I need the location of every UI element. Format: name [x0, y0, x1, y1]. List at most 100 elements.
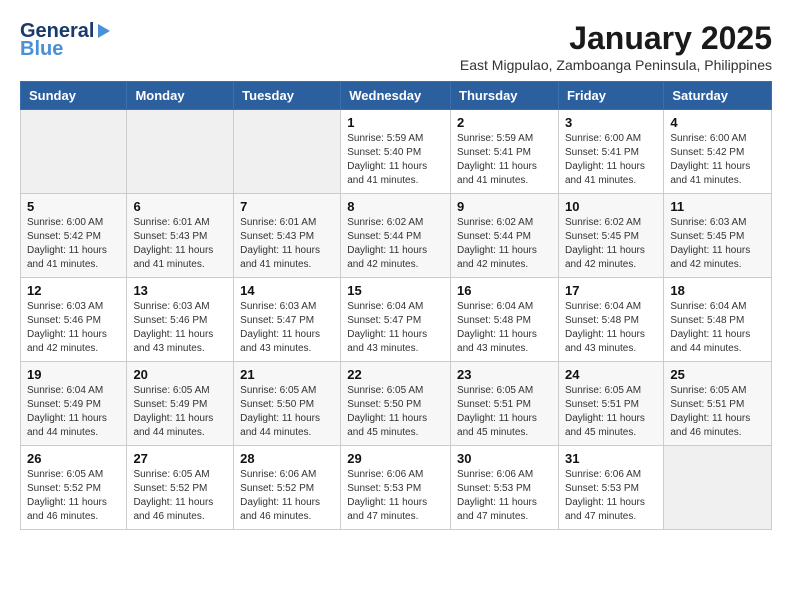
calendar-cell	[664, 446, 772, 530]
weekday-header-friday: Friday	[558, 82, 663, 110]
day-info: Sunrise: 6:00 AM Sunset: 5:41 PM Dayligh…	[565, 132, 657, 188]
weekday-header-monday: Monday	[127, 82, 234, 110]
calendar-cell: 18 Sunrise: 6:04 AM Sunset: 5:48 PM Dayli…	[664, 278, 772, 362]
day-number: 3	[565, 115, 657, 130]
day-number: 5	[27, 199, 120, 214]
day-number: 20	[133, 367, 227, 382]
logo: General Blue	[20, 20, 110, 61]
calendar-cell: 29 Sunrise: 6:06 AM Sunset: 5:53 PM Dayli…	[341, 446, 451, 530]
calendar-cell	[127, 110, 234, 194]
day-number: 1	[347, 115, 444, 130]
calendar-cell: 31 Sunrise: 6:06 AM Sunset: 5:53 PM Dayli…	[558, 446, 663, 530]
weekday-header-row: SundayMondayTuesdayWednesdayThursdayFrid…	[21, 82, 772, 110]
day-number: 23	[457, 367, 552, 382]
calendar-cell: 26 Sunrise: 6:05 AM Sunset: 5:52 PM Dayli…	[21, 446, 127, 530]
day-info: Sunrise: 6:00 AM Sunset: 5:42 PM Dayligh…	[27, 216, 120, 272]
calendar-cell: 8 Sunrise: 6:02 AM Sunset: 5:44 PM Daylig…	[341, 194, 451, 278]
week-row-1: 1 Sunrise: 5:59 AM Sunset: 5:40 PM Daylig…	[21, 110, 772, 194]
calendar-table: SundayMondayTuesdayWednesdayThursdayFrid…	[20, 81, 772, 530]
calendar-cell	[234, 110, 341, 194]
day-info: Sunrise: 6:01 AM Sunset: 5:43 PM Dayligh…	[240, 216, 334, 272]
week-row-2: 5 Sunrise: 6:00 AM Sunset: 5:42 PM Daylig…	[21, 194, 772, 278]
day-number: 11	[670, 199, 765, 214]
month-title: January 2025	[460, 20, 772, 57]
day-info: Sunrise: 6:05 AM Sunset: 5:52 PM Dayligh…	[27, 468, 120, 524]
day-number: 22	[347, 367, 444, 382]
weekday-header-wednesday: Wednesday	[341, 82, 451, 110]
day-info: Sunrise: 6:04 AM Sunset: 5:49 PM Dayligh…	[27, 384, 120, 440]
day-info: Sunrise: 6:05 AM Sunset: 5:49 PM Dayligh…	[133, 384, 227, 440]
day-info: Sunrise: 6:06 AM Sunset: 5:53 PM Dayligh…	[347, 468, 444, 524]
day-number: 21	[240, 367, 334, 382]
location-title: East Migpulao, Zamboanga Peninsula, Phil…	[460, 57, 772, 73]
day-number: 9	[457, 199, 552, 214]
day-number: 10	[565, 199, 657, 214]
day-number: 8	[347, 199, 444, 214]
day-number: 26	[27, 451, 120, 466]
calendar-cell: 4Sunrise: 6:00 AM Sunset: 5:42 PM Daylig…	[664, 110, 772, 194]
calendar-cell: 27 Sunrise: 6:05 AM Sunset: 5:52 PM Dayli…	[127, 446, 234, 530]
calendar-cell: 3 Sunrise: 6:00 AM Sunset: 5:41 PM Daylig…	[558, 110, 663, 194]
day-info: Sunrise: 6:03 AM Sunset: 5:46 PM Dayligh…	[133, 300, 227, 356]
week-row-3: 12 Sunrise: 6:03 AM Sunset: 5:46 PM Dayli…	[21, 278, 772, 362]
calendar-cell: 20 Sunrise: 6:05 AM Sunset: 5:49 PM Dayli…	[127, 362, 234, 446]
calendar-cell: 7 Sunrise: 6:01 AM Sunset: 5:43 PM Daylig…	[234, 194, 341, 278]
calendar-cell: 16Sunrise: 6:04 AM Sunset: 5:48 PM Dayli…	[451, 278, 559, 362]
day-number: 27	[133, 451, 227, 466]
day-info: Sunrise: 6:05 AM Sunset: 5:51 PM Dayligh…	[670, 384, 765, 440]
calendar-cell: 5 Sunrise: 6:00 AM Sunset: 5:42 PM Daylig…	[21, 194, 127, 278]
title-section: January 2025 East Migpulao, Zamboanga Pe…	[460, 20, 772, 73]
calendar-cell: 11Sunrise: 6:03 AM Sunset: 5:45 PM Dayli…	[664, 194, 772, 278]
calendar-cell: 12 Sunrise: 6:03 AM Sunset: 5:46 PM Dayli…	[21, 278, 127, 362]
weekday-header-thursday: Thursday	[451, 82, 559, 110]
week-row-4: 19 Sunrise: 6:04 AM Sunset: 5:49 PM Dayli…	[21, 362, 772, 446]
day-number: 13	[133, 283, 227, 298]
weekday-header-saturday: Saturday	[664, 82, 772, 110]
logo-arrow-icon	[98, 24, 110, 38]
calendar-cell: 25Sunrise: 6:05 AM Sunset: 5:51 PM Dayli…	[664, 362, 772, 446]
day-info: Sunrise: 6:00 AM Sunset: 5:42 PM Dayligh…	[670, 132, 765, 188]
weekday-header-sunday: Sunday	[21, 82, 127, 110]
day-info: Sunrise: 6:04 AM Sunset: 5:48 PM Dayligh…	[670, 300, 765, 356]
day-info: Sunrise: 6:03 AM Sunset: 5:46 PM Dayligh…	[27, 300, 120, 356]
week-row-5: 26 Sunrise: 6:05 AM Sunset: 5:52 PM Dayli…	[21, 446, 772, 530]
calendar-cell: 22 Sunrise: 6:05 AM Sunset: 5:50 PM Dayli…	[341, 362, 451, 446]
day-number: 24	[565, 367, 657, 382]
day-number: 6	[133, 199, 227, 214]
day-number: 17	[565, 283, 657, 298]
calendar-cell: 19 Sunrise: 6:04 AM Sunset: 5:49 PM Dayli…	[21, 362, 127, 446]
day-info: Sunrise: 6:02 AM Sunset: 5:45 PM Dayligh…	[565, 216, 657, 272]
calendar-cell: 6 Sunrise: 6:01 AM Sunset: 5:43 PM Daylig…	[127, 194, 234, 278]
day-info: Sunrise: 6:06 AM Sunset: 5:53 PM Dayligh…	[565, 468, 657, 524]
logo-blue: Blue	[20, 38, 63, 61]
day-number: 15	[347, 283, 444, 298]
day-number: 18	[670, 283, 765, 298]
day-info: Sunrise: 6:04 AM Sunset: 5:47 PM Dayligh…	[347, 300, 444, 356]
day-info: Sunrise: 6:04 AM Sunset: 5:48 PM Dayligh…	[457, 300, 552, 356]
day-info: Sunrise: 5:59 AM Sunset: 5:40 PM Dayligh…	[347, 132, 444, 188]
calendar-cell: 10 Sunrise: 6:02 AM Sunset: 5:45 PM Dayli…	[558, 194, 663, 278]
day-number: 12	[27, 283, 120, 298]
day-info: Sunrise: 6:05 AM Sunset: 5:50 PM Dayligh…	[347, 384, 444, 440]
day-info: Sunrise: 6:06 AM Sunset: 5:53 PM Dayligh…	[457, 468, 552, 524]
day-number: 31	[565, 451, 657, 466]
calendar-cell: 13 Sunrise: 6:03 AM Sunset: 5:46 PM Dayli…	[127, 278, 234, 362]
day-number: 7	[240, 199, 334, 214]
calendar-cell: 2Sunrise: 5:59 AM Sunset: 5:41 PM Daylig…	[451, 110, 559, 194]
calendar-cell: 15 Sunrise: 6:04 AM Sunset: 5:47 PM Dayli…	[341, 278, 451, 362]
day-info: Sunrise: 6:05 AM Sunset: 5:50 PM Dayligh…	[240, 384, 334, 440]
day-info: Sunrise: 6:01 AM Sunset: 5:43 PM Dayligh…	[133, 216, 227, 272]
day-info: Sunrise: 6:02 AM Sunset: 5:44 PM Dayligh…	[347, 216, 444, 272]
calendar-cell: 24Sunrise: 6:05 AM Sunset: 5:51 PM Dayli…	[558, 362, 663, 446]
calendar-cell: 17 Sunrise: 6:04 AM Sunset: 5:48 PM Dayli…	[558, 278, 663, 362]
calendar-cell: 28Sunrise: 6:06 AM Sunset: 5:52 PM Dayli…	[234, 446, 341, 530]
calendar-cell: 30Sunrise: 6:06 AM Sunset: 5:53 PM Dayli…	[451, 446, 559, 530]
calendar-cell: 21 Sunrise: 6:05 AM Sunset: 5:50 PM Dayli…	[234, 362, 341, 446]
day-number: 29	[347, 451, 444, 466]
day-info: Sunrise: 6:05 AM Sunset: 5:52 PM Dayligh…	[133, 468, 227, 524]
page-header: General Blue January 2025 East Migpulao,…	[20, 20, 772, 73]
day-info: Sunrise: 6:04 AM Sunset: 5:48 PM Dayligh…	[565, 300, 657, 356]
day-number: 14	[240, 283, 334, 298]
calendar-cell: 14Sunrise: 6:03 AM Sunset: 5:47 PM Dayli…	[234, 278, 341, 362]
day-number: 19	[27, 367, 120, 382]
